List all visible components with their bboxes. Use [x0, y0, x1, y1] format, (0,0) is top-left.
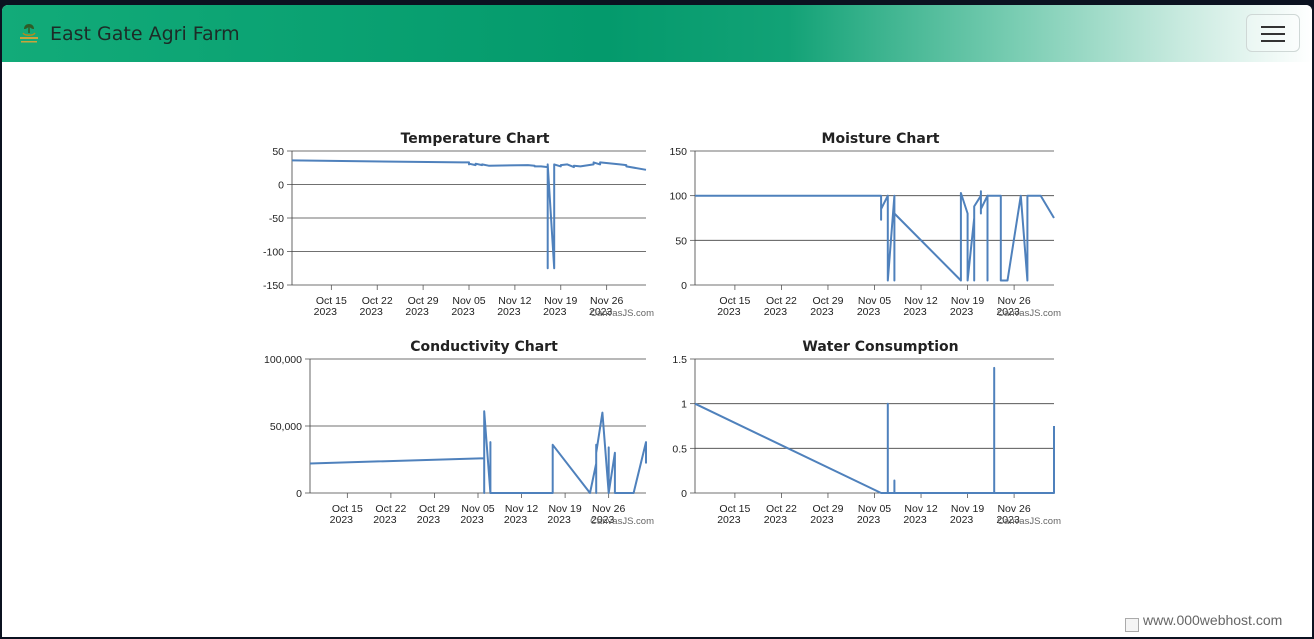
- y-tick-label: 100,000: [264, 354, 302, 366]
- x-tick-year: 2023: [373, 514, 397, 526]
- y-tick-label: 0: [681, 280, 687, 292]
- x-tick-year: 2023: [405, 306, 429, 318]
- page-frame: East Gate Agri Farm Temperature Chart 50 0…: [2, 5, 1312, 637]
- x-tick-year: 2023: [543, 306, 567, 318]
- y-tick-label: 0: [296, 488, 302, 500]
- brand-name[interactable]: East Gate Agri Farm: [50, 23, 240, 45]
- y-tick-label: -50: [269, 213, 284, 225]
- chart-title: Conductivity Chart: [410, 339, 558, 355]
- hamburger-menu-icon-bar: [1261, 40, 1285, 42]
- chart-credit[interactable]: CanvasJS.com: [997, 308, 1061, 319]
- chart-title: Moisture Chart: [822, 131, 940, 147]
- chart-credit[interactable]: CanvasJS.com: [590, 308, 654, 319]
- navbar: East Gate Agri Farm: [2, 5, 1312, 62]
- y-tick-label: 1: [681, 399, 687, 411]
- x-tick-year: 2023: [417, 514, 441, 526]
- farm-logo-icon[interactable]: [18, 21, 40, 45]
- y-tick-label: 1.5: [672, 354, 687, 366]
- x-tick-year: 2023: [451, 306, 475, 318]
- series-line: [694, 366, 1055, 494]
- host-link[interactable]: www.000webhost.com: [1143, 612, 1282, 628]
- x-tick-year: 2023: [497, 306, 521, 318]
- x-tick-year: 2023: [857, 514, 881, 526]
- x-tick-year: 2023: [547, 514, 571, 526]
- y-tick-label: 50,000: [270, 421, 302, 433]
- x-tick-year: 2023: [810, 306, 834, 318]
- x-tick-year: 2023: [903, 306, 927, 318]
- chart-credit[interactable]: CanvasJS.com: [997, 516, 1061, 527]
- y-tick-label: 0: [278, 180, 284, 192]
- y-tick-label: 0: [681, 488, 687, 500]
- x-tick-year: 2023: [764, 306, 788, 318]
- series-line: [291, 159, 647, 270]
- chart-credit[interactable]: CanvasJS.com: [590, 516, 654, 527]
- x-tick-year: 2023: [857, 306, 881, 318]
- chart-title: Temperature Chart: [401, 131, 550, 147]
- y-tick-label: -150: [263, 280, 284, 292]
- water-consumption-chart: Water Consumption1.510.50Oct 152023Oct 2…: [672, 339, 1061, 527]
- y-tick-label: 50: [272, 146, 284, 158]
- y-tick-label: 150: [669, 146, 687, 158]
- conductivity-chart: Conductivity Chart100,00050,0000Oct 1520…: [264, 339, 654, 527]
- x-tick-year: 2023: [460, 514, 484, 526]
- hamburger-menu-icon-bar: [1261, 33, 1285, 35]
- x-tick-year: 2023: [903, 514, 927, 526]
- series-line: [695, 190, 1055, 282]
- y-tick-label: 100: [669, 191, 687, 203]
- series-line: [309, 410, 647, 494]
- hamburger-menu-icon: [1261, 26, 1285, 28]
- broken-image-icon: [1125, 618, 1139, 632]
- x-tick-year: 2023: [950, 514, 974, 526]
- x-tick-year: 2023: [950, 306, 974, 318]
- moisture-chart: Moisture Chart150100500Oct 152023Oct 222…: [669, 131, 1061, 319]
- x-tick-year: 2023: [810, 514, 834, 526]
- x-tick-year: 2023: [360, 306, 384, 318]
- y-tick-label: -100: [263, 247, 284, 259]
- x-tick-year: 2023: [504, 514, 528, 526]
- x-tick-year: 2023: [314, 306, 338, 318]
- y-tick-label: 50: [675, 235, 687, 247]
- x-tick-year: 2023: [330, 514, 354, 526]
- x-tick-year: 2023: [764, 514, 788, 526]
- x-tick-year: 2023: [717, 514, 741, 526]
- chart-title: Water Consumption: [802, 339, 958, 355]
- hamburger-menu-button[interactable]: [1246, 14, 1300, 52]
- x-tick-year: 2023: [717, 306, 741, 318]
- y-tick-label: 0.5: [672, 443, 687, 455]
- temperature-chart: Temperature Chart500-50-100-150Oct 15202…: [263, 131, 654, 319]
